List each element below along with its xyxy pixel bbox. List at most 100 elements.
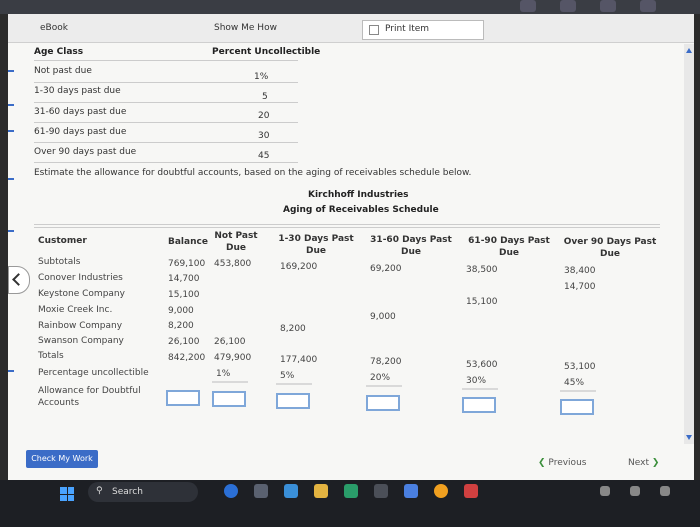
customer-name: Moxie Creek Inc.	[38, 305, 113, 315]
tray-icon[interactable]	[600, 486, 610, 496]
col-header-balance: Balance	[168, 237, 208, 247]
folder-icon[interactable]	[314, 484, 328, 498]
customer-31-60: 9,000	[370, 312, 396, 322]
customer-61-90: 15,100	[466, 297, 498, 307]
window-icon	[600, 0, 616, 12]
allowance-over-90-input[interactable]	[560, 399, 594, 415]
print-icon	[369, 25, 379, 35]
percent-uncollectible-header: Percent Uncollectible	[212, 47, 321, 57]
customer-balance: 14,700	[168, 274, 200, 284]
total-not-past-due: 479,900	[214, 353, 252, 363]
subtotal-1-30: 169,200	[280, 262, 318, 272]
tab-ebook[interactable]: eBook	[40, 23, 68, 33]
next-button[interactable]: Next ❯	[628, 458, 659, 468]
volume-icon[interactable]	[660, 486, 670, 496]
app-icon[interactable]	[224, 484, 238, 498]
age-row-label: Over 90 days past due	[34, 147, 137, 157]
customer-balance: 8,200	[168, 321, 194, 331]
windows-start-icon[interactable]	[60, 487, 74, 501]
chevron-right-icon: ❯	[651, 458, 660, 468]
customer-not-past-due: 26,100	[214, 337, 246, 347]
previous-button[interactable]: ❮ Previous	[538, 458, 586, 468]
allowance-1-30-input[interactable]	[276, 393, 310, 409]
scroll-down-icon[interactable]	[686, 435, 692, 440]
app-icon[interactable]	[404, 484, 418, 498]
main-screen: eBook Show Me How Print Item Age Class P…	[8, 14, 694, 484]
check-my-work-button[interactable]: Check My Work	[26, 450, 98, 468]
previous-page-arrow[interactable]	[8, 266, 30, 294]
age-row-label: 31-60 days past due	[34, 107, 127, 117]
age-row-label: 1-30 days past due	[34, 86, 121, 96]
pct-31-60: 20%	[370, 373, 391, 383]
subtotal-balance: 769,100	[168, 259, 206, 269]
tab-bar: eBook Show Me How Print Item	[8, 14, 694, 43]
total-31-60: 78,200	[370, 357, 402, 367]
chevron-left-icon: ❮	[538, 458, 546, 468]
print-item-button[interactable]: Print Item	[362, 20, 484, 40]
customer-name: Swanson Company	[38, 336, 124, 346]
col-header-31-60: 31-60 Days Past Due	[370, 235, 452, 257]
total-balance: 842,200	[168, 353, 206, 363]
window-icon	[640, 0, 656, 12]
age-row-value: 30	[258, 131, 270, 141]
age-row-label: 61-90 days past due	[34, 127, 127, 137]
subtotal-31-60: 69,200	[370, 264, 402, 274]
subtotal-over-90: 38,400	[564, 266, 596, 276]
customer-balance: 15,100	[168, 290, 200, 300]
age-row-value: 20	[258, 111, 270, 121]
col-header-1-30: 1-30 Days Past Due	[278, 234, 354, 256]
allowance-not-past-due-input[interactable]	[212, 391, 246, 407]
customer-name: Keystone Company	[38, 289, 125, 299]
customer-balance: 26,100	[168, 337, 200, 347]
window-icon	[520, 0, 536, 12]
pct-61-90: 30%	[466, 376, 487, 386]
col-header-customer: Customer	[38, 236, 87, 246]
total-1-30: 177,400	[280, 355, 318, 365]
top-bezel	[0, 0, 700, 14]
customer-name: Rainbow Company	[38, 321, 123, 331]
app-icon[interactable]	[464, 484, 478, 498]
schedule-title: Aging of Receivables Schedule	[283, 205, 439, 215]
customer-balance: 9,000	[168, 306, 194, 316]
app-icon[interactable]	[284, 484, 298, 498]
instruction-text: Estimate the allowance for doubtful acco…	[34, 168, 472, 178]
subtotal-61-90: 38,500	[466, 265, 498, 275]
allowance-31-60-input[interactable]	[366, 395, 400, 411]
company-name: Kirchhoff Industries	[308, 190, 409, 200]
scroll-up-icon[interactable]	[686, 48, 692, 53]
vertical-scrollbar[interactable]	[684, 44, 694, 444]
age-row-value: 5	[262, 92, 268, 102]
browser-icon[interactable]	[344, 484, 358, 498]
total-over-90: 53,100	[564, 362, 596, 372]
allowance-balance-input[interactable]	[166, 390, 200, 406]
age-row-label: Not past due	[34, 66, 92, 76]
taskbar-search[interactable]: ⚲ Search	[88, 482, 198, 502]
wifi-icon[interactable]	[630, 486, 640, 496]
col-header-not-past-due: Not Past Due	[214, 231, 258, 253]
age-class-header: Age Class	[34, 47, 84, 57]
allowance-61-90-input[interactable]	[462, 397, 496, 413]
app-icon[interactable]	[254, 484, 268, 498]
left-markers	[8, 44, 16, 444]
row-label-totals: Totals	[38, 351, 64, 361]
pct-1-30: 5%	[280, 371, 295, 381]
age-row-value: 1%	[254, 72, 269, 82]
pct-not-past-due: 1%	[216, 369, 231, 379]
tab-show-me-how[interactable]: Show Me How	[214, 23, 277, 33]
age-row-value: 45	[258, 151, 270, 161]
col-header-over-90: Over 90 Days Past Due	[563, 237, 657, 259]
app-icon[interactable]	[374, 484, 388, 498]
taskbar: ⚲ Search	[0, 480, 700, 527]
search-icon: ⚲	[96, 486, 103, 496]
col-header-61-90: 61-90 Days Past Due	[468, 236, 550, 258]
customer-name: Conover Industries	[38, 273, 123, 283]
customer-over-90: 14,700	[564, 282, 596, 292]
customer-1-30: 8,200	[280, 324, 306, 334]
pct-over-90: 45%	[564, 378, 585, 388]
row-label-percentage: Percentage uncollectible	[38, 368, 149, 378]
browser-icon[interactable]	[434, 484, 448, 498]
window-icon	[560, 0, 576, 12]
subtotal-not-past-due: 453,800	[214, 259, 252, 269]
total-61-90: 53,600	[466, 360, 498, 370]
row-label-allowance: Allowance for Doubtful Accounts	[38, 386, 141, 408]
